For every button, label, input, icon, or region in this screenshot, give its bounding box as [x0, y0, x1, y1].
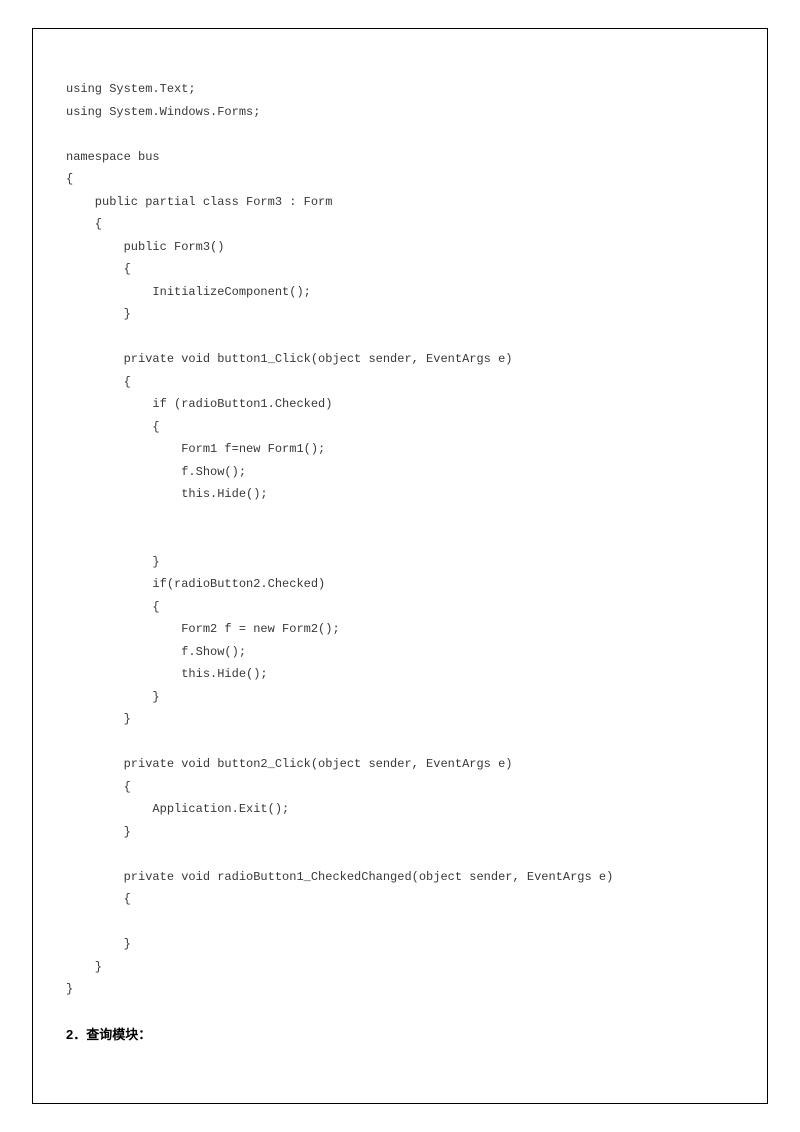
code-block: using System.Text; using System.Windows.… — [66, 78, 686, 1001]
section-heading: 2．查询模块： — [66, 1024, 151, 1043]
